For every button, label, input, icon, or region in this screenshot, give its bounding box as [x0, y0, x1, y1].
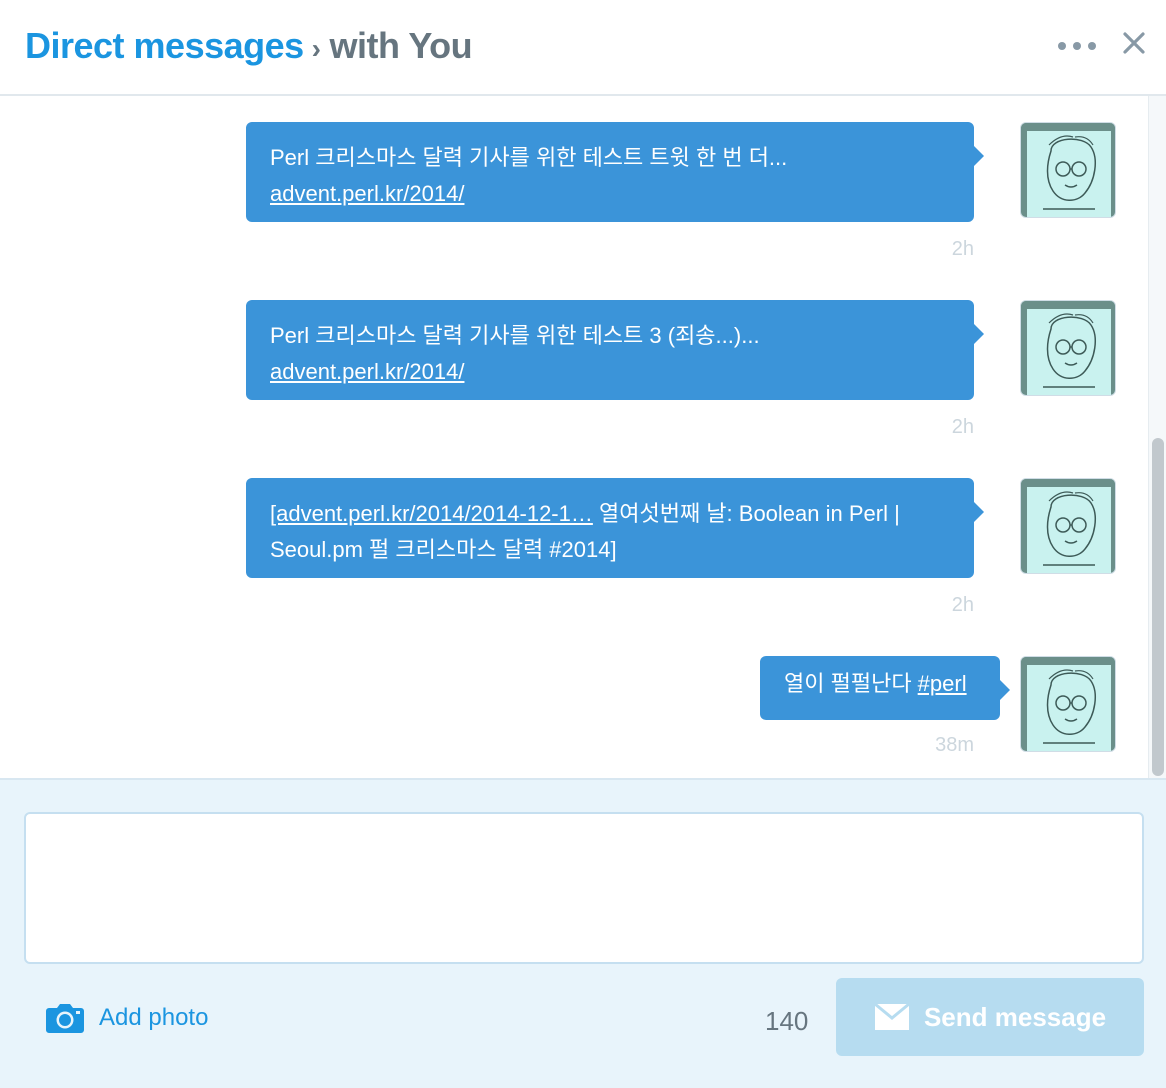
- avatar[interactable]: [1020, 656, 1116, 752]
- message-bubble: Perl 크리스마스 달력 기사를 위한 테스트 3 (죄송...)... ad…: [246, 300, 984, 400]
- send-message-label: Send message: [923, 1001, 1107, 1032]
- message-link[interactable]: advent.perl.kr/2014/: [270, 359, 464, 384]
- message-input[interactable]: [24, 812, 1144, 964]
- add-photo-label: Add photo: [99, 1004, 209, 1031]
- message-composer: Add photo 140 Send message: [0, 778, 1166, 1088]
- character-count: 140: [765, 1006, 809, 1036]
- message-text: Perl 크리스마스 달력 기사를 위한 테스트 3 (죄송...)...: [270, 323, 760, 348]
- camera-icon: [46, 1004, 84, 1033]
- conversation-pane: Perl 크리스마스 달력 기사를 위한 테스트 트윗 한 번 더... adv…: [0, 96, 1166, 778]
- message-timestamp: 38m: [935, 734, 974, 756]
- message-bubble: 열이 펄펄난다 #perl: [760, 656, 1010, 720]
- conversation-subtitle: with You: [329, 25, 473, 66]
- dm-header: Direct messages › with You: [0, 0, 1166, 96]
- breadcrumb-separator: ›: [311, 33, 321, 64]
- message-bubble: [advent.perl.kr/2014/2014-12-1… 열여섯번째 날:…: [246, 478, 984, 578]
- message-text: Perl 크리스마스 달력 기사를 위한 테스트 트윗 한 번 더...: [270, 145, 788, 170]
- avatar[interactable]: [1020, 122, 1116, 218]
- envelope-icon: [873, 1002, 910, 1030]
- message-timestamp: 2h: [951, 416, 974, 438]
- message-link[interactable]: advent.perl.kr/2014/: [270, 181, 464, 206]
- page-title: Direct messages › with You: [25, 24, 473, 71]
- message-text: 열이 펄펄난다: [784, 671, 918, 696]
- message-timestamp: 2h: [951, 594, 974, 616]
- avatar[interactable]: [1020, 478, 1116, 574]
- avatar[interactable]: [1020, 300, 1116, 396]
- message-bubble: Perl 크리스마스 달력 기사를 위한 테스트 트윗 한 번 더... adv…: [246, 122, 984, 222]
- dm-title-link[interactable]: Direct messages: [25, 25, 304, 66]
- message-timestamp: 2h: [951, 238, 974, 260]
- more-horizontal-icon[interactable]: [1058, 36, 1096, 56]
- message-link[interactable]: [advent.perl.kr/2014/2014-12-1…: [270, 501, 593, 526]
- hashtag-link[interactable]: #perl: [918, 671, 967, 696]
- add-photo-button[interactable]: Add photo: [45, 998, 208, 1038]
- send-message-button[interactable]: Send message: [836, 978, 1144, 1056]
- scrollbar-thumb[interactable]: [1152, 438, 1164, 776]
- close-icon[interactable]: [1120, 29, 1148, 57]
